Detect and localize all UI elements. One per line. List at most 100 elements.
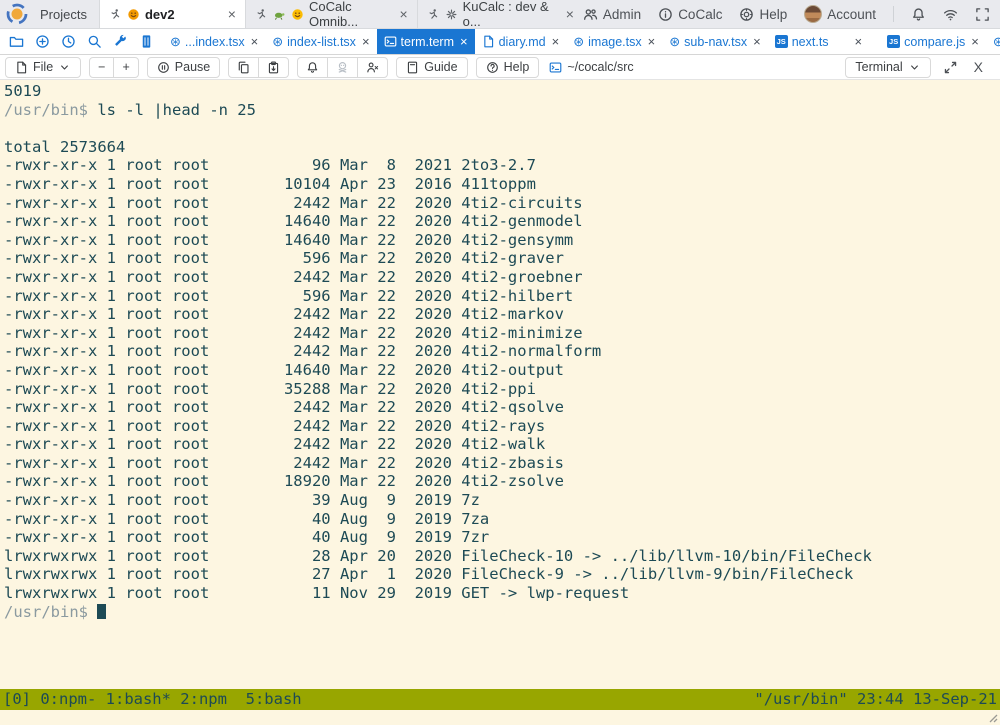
copy-icon: [237, 61, 250, 74]
connection-wifi-icon[interactable]: [943, 7, 958, 22]
close-frame-button[interactable]: X: [970, 59, 987, 75]
chevron-down-icon: [908, 61, 921, 74]
project-tabs: dev2 × CoCalc Omn: [99, 0, 583, 28]
project-tab-cocalc-omnibus[interactable]: CoCalc Omnib... ×: [245, 0, 417, 28]
top-navigation-bar: Projects dev2 ×: [0, 0, 1000, 29]
terminal-frame[interactable]: 5019 /usr/bin$ ls -l |head -n 25 total 2…: [0, 80, 1000, 725]
fullscreen-icon[interactable]: [975, 7, 990, 22]
resize-handle-icon[interactable]: [987, 712, 998, 723]
close-icon[interactable]: ×: [566, 6, 574, 22]
terminal-toolbar: File − + Pause: [0, 55, 1000, 80]
copy-button[interactable]: [228, 57, 259, 78]
clipboard-group: [228, 57, 289, 78]
close-icon[interactable]: ×: [460, 34, 468, 49]
close-icon[interactable]: ×: [552, 34, 560, 49]
info-circle-icon: [658, 7, 673, 22]
paste-icon: [267, 61, 280, 74]
file-icon: [15, 61, 28, 74]
gear-icon: [445, 8, 458, 21]
close-icon[interactable]: ×: [228, 6, 236, 22]
user-x-icon: [366, 61, 379, 74]
admin-button[interactable]: Admin: [583, 7, 641, 22]
guide-button[interactable]: Guide: [396, 57, 467, 78]
project-tab-dev2[interactable]: dev2 ×: [99, 0, 245, 28]
file-tab-image-tsx[interactable]: ⊛ image.tsx ×: [566, 29, 662, 54]
new-file-icon[interactable]: [35, 34, 50, 49]
paste-button[interactable]: [258, 57, 289, 78]
topbar-right-cluster: Admin CoCalc Help Account: [583, 0, 1000, 28]
file-tab-compare-tsx[interactable]: ⊛ compare.tsx ×: [986, 29, 1000, 54]
project-tab-label: dev2: [145, 7, 175, 22]
close-icon[interactable]: ×: [362, 34, 370, 49]
terminal-blank-line: [4, 119, 1000, 138]
notifications-bell-icon[interactable]: [911, 7, 926, 22]
skull-icon: [336, 61, 349, 74]
file-menu-button[interactable]: File: [5, 57, 81, 78]
file-tab-next-ts[interactable]: JS next.ts ×: [768, 29, 880, 54]
account-button[interactable]: Account: [804, 5, 876, 23]
toolbar-right-cluster: Terminal X: [845, 57, 995, 78]
markdown-file-icon: [482, 35, 495, 48]
pause-circle-icon: [157, 61, 170, 74]
file-tab-compare-js[interactable]: JS compare.js ×: [880, 29, 986, 54]
terminal-prompt: /usr/bin$: [4, 603, 88, 621]
close-icon[interactable]: ×: [648, 34, 656, 49]
terminal-cursor: [97, 604, 106, 619]
chevron-down-icon: [58, 61, 71, 74]
close-icon[interactable]: ×: [971, 34, 979, 49]
running-icon: [427, 8, 440, 21]
history-icon[interactable]: [61, 34, 76, 49]
project-tab-label: CoCalc Omnib...: [309, 0, 394, 29]
tmux-windows-list[interactable]: [0] 0:npm- 1:bash* 2:npm 5:bash: [3, 690, 302, 709]
zoom-in-button[interactable]: +: [113, 57, 138, 78]
javascript-icon: JS: [887, 35, 900, 48]
tmux-status-bar: [0] 0:npm- 1:bash* 2:npm 5:bash "/usr/bi…: [0, 689, 1000, 710]
terminal-icon: [384, 35, 397, 48]
toolbar-help-button[interactable]: Help: [476, 57, 540, 78]
life-ring-icon: [739, 7, 754, 22]
tmux-session-info: "/usr/bin" 23:44 13-Sep-21: [754, 690, 997, 709]
terminal-ls-listing: total 2573664 -rwxr-xr-x 1 root root 96 …: [4, 138, 1000, 603]
cocalc-logo[interactable]: [0, 0, 36, 28]
file-tab-diary-md[interactable]: diary.md ×: [475, 29, 567, 54]
file-tab-bar: ⊛ ...index.tsx × ⊛ index-list.tsx × term…: [0, 29, 1000, 55]
react-icon: ⊛: [993, 35, 1000, 48]
cocalc-label: CoCalc: [678, 7, 722, 22]
file-actions: [0, 29, 163, 54]
help-button[interactable]: Help: [739, 7, 787, 22]
terminal-type-dropdown[interactable]: Terminal: [845, 57, 930, 78]
files-folder-icon[interactable]: [9, 34, 24, 49]
terminal-prompt: /usr/bin$: [4, 101, 88, 119]
cocalc-info-button[interactable]: CoCalc: [658, 7, 722, 22]
bell-icon: [306, 61, 319, 74]
wrench-icon[interactable]: [113, 34, 128, 49]
expand-frame-icon[interactable]: [943, 60, 958, 75]
terminal-cwd-label: ~/cocalc/src: [549, 60, 633, 74]
file-tab-term-term-active[interactable]: term.term ×: [377, 29, 475, 54]
search-icon[interactable]: [87, 34, 102, 49]
react-icon: ⊛: [170, 35, 181, 48]
running-icon: [109, 8, 122, 21]
typescript-icon: JS: [775, 35, 788, 48]
pause-button[interactable]: Pause: [147, 57, 220, 78]
users-icon: [583, 7, 598, 22]
question-circle-icon: [486, 61, 499, 74]
close-icon[interactable]: ×: [753, 34, 761, 49]
file-tab-index-tsx-1[interactable]: ⊛ ...index.tsx ×: [163, 29, 265, 54]
project-tab-label: KuCalc : dev & o...: [463, 0, 561, 29]
close-icon[interactable]: ×: [855, 34, 863, 49]
zoom-out-button[interactable]: −: [89, 57, 114, 78]
file-tab-sub-nav[interactable]: ⊛ sub-nav.tsx ×: [662, 29, 768, 54]
kick-users-button[interactable]: [357, 57, 388, 78]
zoom-group: − +: [89, 57, 139, 78]
terminal-output: 5019 /usr/bin$ ls -l |head -n 25 total 2…: [0, 80, 1000, 621]
init-script-bell-button[interactable]: [297, 57, 328, 78]
close-icon[interactable]: ×: [399, 6, 407, 22]
projects-button[interactable]: Projects: [36, 0, 99, 28]
project-tab-kucalc[interactable]: KuCalc : dev & o... ×: [417, 0, 583, 28]
file-tab-index-list[interactable]: ⊛ index-list.tsx ×: [265, 29, 376, 54]
kill-process-button[interactable]: [327, 57, 358, 78]
close-icon[interactable]: ×: [251, 34, 259, 49]
servers-icon[interactable]: [139, 34, 154, 49]
process-group: [297, 57, 388, 78]
